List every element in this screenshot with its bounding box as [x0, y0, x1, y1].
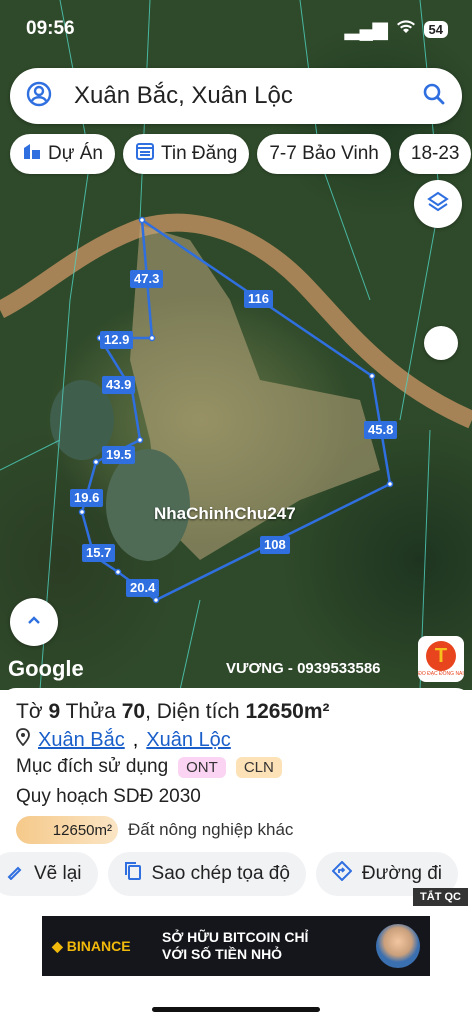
edge-length-label: 19.5	[102, 446, 136, 464]
copy-coordinates-button[interactable]: Sao chép tọa độ	[107, 852, 306, 896]
redraw-icon	[6, 862, 24, 886]
search-input[interactable]: Xuân Bắc, Xuân Lộc	[74, 82, 422, 110]
plan-area-bar: 12650m²	[16, 816, 118, 844]
status-bar: 09:56 ▂▄▆ 54	[0, 14, 472, 44]
logo-caption: ĐO ĐẠC ĐỒNG NAI	[418, 671, 464, 677]
google-attribution: Google	[8, 656, 84, 681]
sheet-number: 9	[48, 700, 61, 723]
ad-message: SỞ HỮU BITCOIN CHỈ VỚI SỐ TIỀN NHỎ	[162, 929, 376, 963]
copy-icon	[124, 861, 142, 887]
logo-letter: T	[426, 641, 456, 671]
action-buttons: Vẽ lại Sao chép tọa độ Đường đi	[0, 852, 459, 896]
button-label: Đường đi	[361, 863, 443, 884]
calendar-list-icon	[135, 141, 155, 167]
chip-label: 18-23	[410, 143, 460, 164]
wifi-icon	[396, 19, 416, 41]
parcel-title: Tờ 9 Thửa 70, Diện tích 12650m²	[16, 700, 330, 723]
chip-label: Tin Đăng	[160, 143, 238, 164]
parcel-number: 70	[121, 700, 146, 723]
binance-logo-icon: ◆	[52, 937, 63, 954]
area-label: Diện tích	[156, 700, 240, 723]
watermark-text: NhaChinhChu247	[154, 504, 296, 523]
purpose-badge: ONT	[178, 756, 226, 778]
edge-length-label: 108	[260, 536, 290, 554]
filter-chips: Dự Án Tin Đăng 7-7 Bảo Vinh 18-23	[10, 134, 472, 174]
edge-length-label: 15.7	[82, 544, 116, 562]
expand-button[interactable]	[10, 598, 58, 646]
plan-heading: Quy hoạch SDĐ 2030	[16, 786, 201, 807]
dodac-logo[interactable]: T ĐO ĐẠC ĐỒNG NAI	[418, 636, 464, 682]
chevron-up-icon	[24, 610, 44, 635]
ad-line: SỞ HỮU BITCOIN CHỈ	[162, 929, 309, 945]
button-label: Sao chép tọa độ	[151, 863, 290, 884]
search-icon[interactable]	[422, 82, 446, 111]
edge-length-label: 19.6	[70, 489, 104, 507]
search-bar[interactable]: Xuân Bắc, Xuân Lộc	[10, 68, 462, 124]
brand-name: BINANCE	[66, 938, 131, 954]
plan-land-type: Đất nông nghiệp khác	[128, 820, 294, 839]
sheet-label: Tờ	[16, 700, 43, 723]
area-value: 12650m²	[245, 700, 330, 723]
plan-row: 12650m² Đất nông nghiệp khác	[16, 816, 293, 844]
land-purpose: Mục đích sử dụng ONT CLN	[16, 756, 282, 778]
battery-indicator: 54	[423, 21, 448, 38]
binance-brand: ◆ BINANCE	[52, 938, 152, 955]
chip-tin-dang[interactable]: Tin Đăng	[122, 134, 250, 174]
directions-icon	[331, 860, 353, 887]
edge-length-label: 47.3	[130, 270, 164, 288]
home-indicator	[152, 1007, 320, 1012]
edge-length-label: 45.8	[364, 421, 398, 439]
separator: ,	[132, 728, 139, 751]
parcel-label: Thửa	[65, 700, 116, 723]
owner-contact: VƯƠNG - 0939533586	[226, 660, 381, 677]
building-icon	[22, 141, 42, 167]
edge-length-label: 20.4	[126, 579, 160, 597]
layers-button[interactable]	[414, 180, 462, 228]
district-link[interactable]: Xuân Lộc	[146, 729, 231, 752]
scroll-handle[interactable]	[424, 326, 458, 360]
purpose-badge: CLN	[235, 756, 282, 778]
ad-banner[interactable]: ◆ BINANCE SỞ HỮU BITCOIN CHỈ VỚI SỐ TIỀN…	[42, 916, 430, 976]
user-avatar-icon[interactable]	[26, 81, 52, 112]
location-pin-icon	[16, 728, 30, 752]
edge-length-label: 12.9	[100, 331, 134, 349]
chip-label: Dự Án	[48, 143, 103, 164]
parcel-location: Xuân Bắc, Xuân Lộc	[16, 728, 231, 752]
ad-line: VỚI SỐ TIỀN NHỎ	[162, 946, 283, 962]
edge-length-label: 43.9	[102, 376, 136, 394]
purpose-label: Mục đích sử dụng	[16, 756, 169, 777]
status-time: 09:56	[26, 18, 75, 39]
chip-bao-vinh[interactable]: 7-7 Bảo Vinh	[257, 134, 391, 174]
chip-label: 7-7 Bảo Vinh	[269, 143, 379, 164]
signal-icon: ▂▄▆	[344, 19, 388, 40]
redraw-button[interactable]: Vẽ lại	[0, 852, 98, 896]
commune-link[interactable]: Xuân Bắc	[38, 729, 125, 752]
ad-avatar	[376, 924, 420, 968]
close-ad-button[interactable]: TẮT QC	[413, 888, 468, 906]
chip-18-23[interactable]: 18-23	[398, 134, 472, 174]
layers-icon	[426, 190, 450, 219]
chip-du-an[interactable]: Dự Án	[10, 134, 115, 174]
edge-length-label: 116	[244, 290, 273, 308]
button-label: Vẽ lại	[34, 863, 82, 884]
